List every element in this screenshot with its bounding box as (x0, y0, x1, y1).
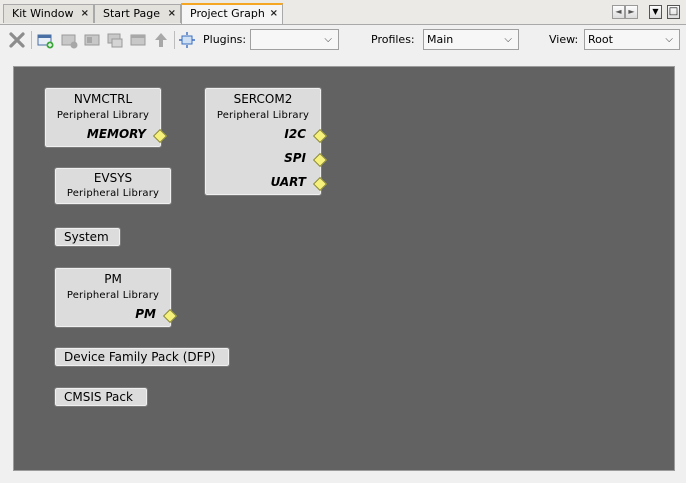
component-title: PM (104, 272, 122, 286)
toolbar-separator (174, 31, 175, 49)
ungroup-icon[interactable] (106, 31, 124, 49)
component-sercom2[interactable]: SERCOM2 Peripheral Library I2C SPI UART (204, 87, 328, 196)
component-subtitle: Peripheral Library (66, 290, 160, 301)
profiles-label: Profiles: (371, 33, 415, 46)
toolbar-separator (31, 31, 32, 49)
view-value: Root (588, 33, 613, 46)
tab-project-graph[interactable]: Project Graph × (181, 3, 283, 24)
port-label-i2c: I2C (284, 127, 306, 141)
port-label-pm: PM (135, 307, 156, 321)
chevron-down-icon: ⌵ (665, 34, 673, 45)
auto-arrange-icon[interactable] (178, 31, 196, 49)
scroll-tabs-right-icon[interactable]: ► (625, 5, 638, 19)
component-title: SERCOM2 (233, 92, 293, 106)
component-subtitle: Peripheral Library (66, 188, 160, 199)
close-icon[interactable]: × (81, 5, 89, 23)
tab-start-page[interactable]: Start Page × (94, 4, 181, 23)
maximize-icon[interactable]: □ (667, 5, 680, 19)
scroll-tabs-left-icon[interactable]: ◄ (612, 5, 625, 19)
tab-nav-group: ◄ ► ▼ □ (612, 5, 684, 20)
component-dfp[interactable]: Device Family Pack (DFP) (54, 347, 230, 367)
chevron-down-icon: ⌵ (504, 34, 512, 45)
tab-strip: Kit Window × Start Page × Project Graph … (0, 0, 686, 25)
profiles-select[interactable]: Main ⌵ (423, 29, 519, 50)
component-system[interactable]: System (54, 227, 121, 247)
chevron-down-icon: ⌵ (324, 34, 332, 45)
profiles-value: Main (427, 33, 454, 46)
close-icon[interactable]: × (168, 5, 176, 23)
remove-component-icon[interactable] (60, 31, 78, 49)
port-connector-icon[interactable] (312, 176, 328, 192)
plugins-select[interactable]: ⌵ (250, 29, 339, 50)
tab-label: Project Graph (190, 7, 265, 20)
close-icon[interactable]: × (270, 5, 278, 22)
view-select[interactable]: Root ⌵ (584, 29, 680, 50)
container-icon[interactable] (129, 31, 147, 49)
component-title: NVMCTRL (73, 92, 133, 106)
port-label-uart: UART (270, 175, 306, 189)
tab-kit-window[interactable]: Kit Window × (3, 4, 94, 23)
view-label: View: (549, 33, 579, 46)
toolbar: Plugins: ⌵ Profiles: Main ⌵ View: Root ⌵ (0, 25, 686, 55)
group-icon[interactable] (83, 31, 101, 49)
port-connector-icon[interactable] (152, 128, 168, 144)
add-component-icon[interactable] (36, 31, 54, 49)
project-graph-canvas[interactable]: NVMCTRL Peripheral Library MEMORY SERCOM… (13, 66, 675, 471)
component-pm[interactable]: PM Peripheral Library PM (54, 267, 178, 328)
component-title: CMSIS Pack (64, 390, 133, 404)
component-nvmctrl[interactable]: NVMCTRL Peripheral Library MEMORY (44, 87, 168, 148)
component-subtitle: Peripheral Library (56, 110, 150, 121)
component-title: System (64, 230, 109, 244)
delete-icon[interactable] (8, 31, 26, 49)
component-title: EVSYS (93, 171, 133, 185)
port-connector-icon[interactable] (312, 152, 328, 168)
port-label-memory: MEMORY (86, 127, 146, 141)
plugins-label: Plugins: (203, 33, 247, 46)
tab-label: Kit Window (12, 7, 74, 20)
tab-menu-icon[interactable]: ▼ (649, 5, 662, 19)
component-title: Device Family Pack (DFP) (64, 350, 216, 364)
component-subtitle: Peripheral Library (216, 110, 310, 121)
component-cmsis-pack[interactable]: CMSIS Pack (54, 387, 148, 407)
move-up-icon[interactable] (152, 31, 170, 49)
port-label-spi: SPI (284, 151, 306, 165)
port-connector-icon[interactable] (162, 308, 178, 324)
port-connector-icon[interactable] (312, 128, 328, 144)
component-evsys[interactable]: EVSYS Peripheral Library (54, 167, 172, 205)
tab-label: Start Page (103, 7, 160, 20)
